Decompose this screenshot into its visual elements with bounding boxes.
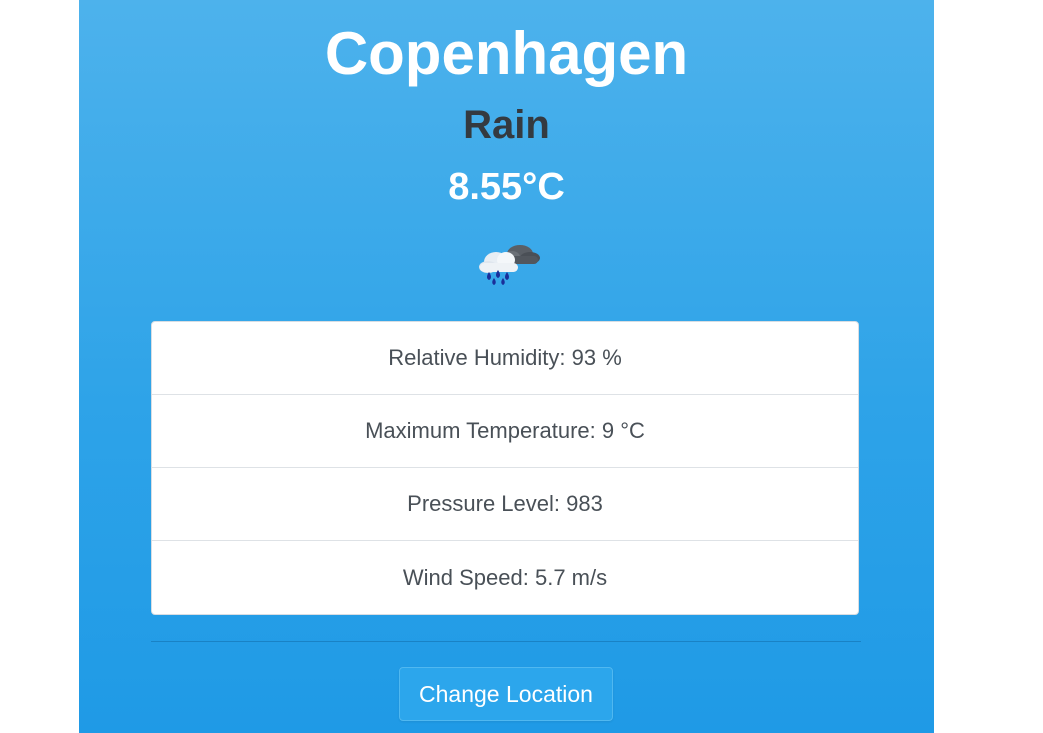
detail-humidity: Relative Humidity: 93 %: [152, 322, 858, 395]
divider: [151, 641, 861, 642]
weather-panel: Copenhagen Rain 8.55°C Relative Humidity…: [79, 0, 934, 733]
detail-wind-speed: Wind Speed: 5.7 m/s: [402, 564, 608, 590]
current-temperature: 8.55°C: [448, 166, 565, 208]
detail-max-temperature: Maximum Temperature: 9 °C: [152, 395, 858, 468]
detail-pressure: Pressure Level: 983: [152, 468, 858, 541]
light-cloud-shape: [479, 252, 518, 273]
change-location-button[interactable]: Change Location: [399, 667, 613, 721]
weather-details-list: Relative Humidity: 93 % Maximum Temperat…: [151, 321, 859, 615]
city-name: Copenhagen: [324, 20, 689, 87]
weather-condition: Rain: [463, 103, 550, 147]
rain-cloud-icon: [479, 245, 540, 285]
